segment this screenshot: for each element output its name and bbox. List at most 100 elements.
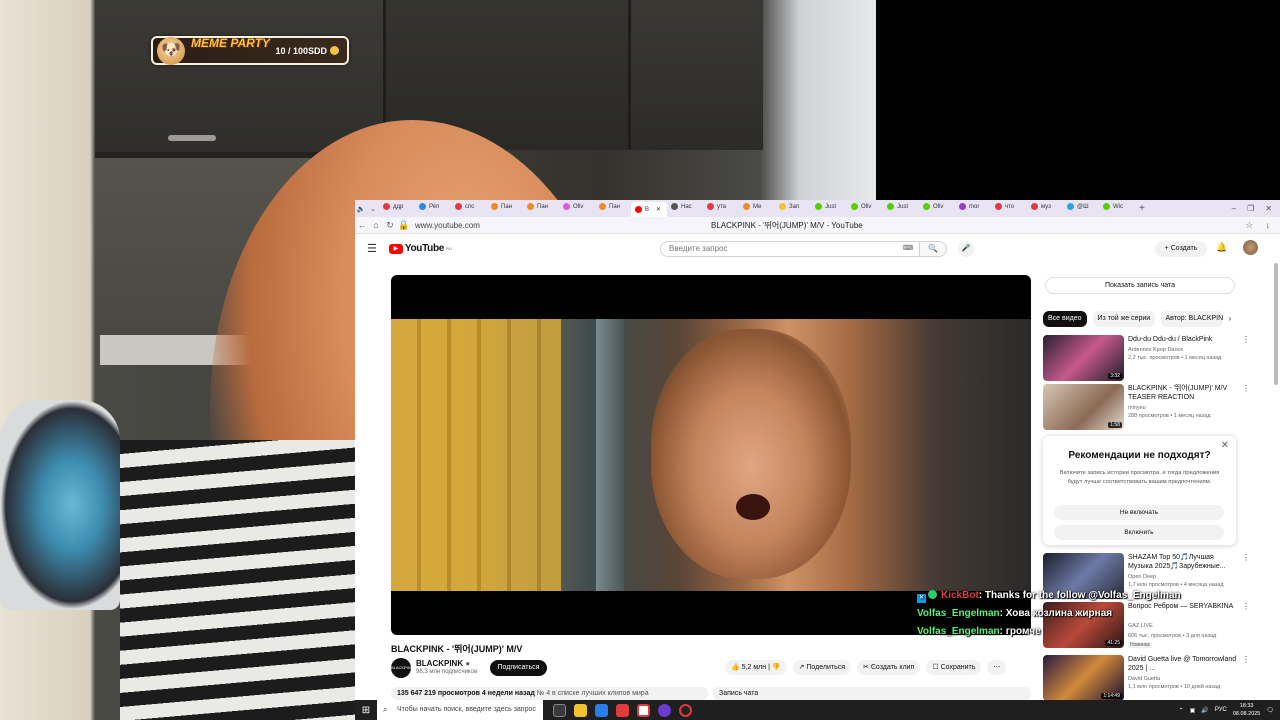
more-icon[interactable]: ⋮ (1242, 384, 1250, 393)
share-button[interactable]: ↗ Поделиться (792, 660, 852, 675)
chat-replay-box[interactable]: Запись чата (713, 687, 1031, 700)
browser-tab[interactable]: Пан (595, 200, 631, 213)
browser-tab[interactable]: mor (955, 200, 991, 213)
clock[interactable]: 18:33 08.08.2025 (1233, 702, 1261, 718)
browser-tab[interactable]: ута (703, 200, 739, 213)
show-chat-replay-button[interactable]: Показать запись чата (1045, 277, 1235, 294)
browser-tab[interactable]: Just (883, 200, 919, 213)
clip-button[interactable]: ✂ Создать клип (857, 660, 921, 675)
browser-tab[interactable]: Oliv (847, 200, 883, 213)
voice-search-icon[interactable]: 🎤 (958, 241, 974, 257)
sound-icon[interactable]: 🔈 (355, 205, 367, 213)
close-window-button[interactable]: ✕ (1265, 204, 1272, 213)
download-icon[interactable]: ↓ (1266, 220, 1271, 231)
browser-tab[interactable]: Зап (775, 200, 811, 213)
youtube-logo[interactable]: ▶ YouTube RU (388, 243, 452, 254)
task-view-icon[interactable] (553, 703, 566, 717)
chip-author[interactable]: Автор: BLACKPINK (1160, 311, 1223, 327)
video-player[interactable] (391, 275, 1031, 635)
more-actions-button[interactable]: ⋯ (987, 660, 1007, 675)
rec-channel[interactable]: Open Deep (1128, 574, 1156, 580)
rec-title[interactable]: SHAZAM Top 50🎵Лучшая Музыка 2025🎵Зарубеж… (1128, 553, 1240, 571)
new-tab-button[interactable]: + (1135, 203, 1149, 214)
subscribe-button[interactable]: Подписаться (490, 660, 547, 676)
file-explorer-icon[interactable] (574, 703, 587, 717)
video-thumbnail[interactable]: 1:58 (1043, 384, 1124, 430)
chevron-right-icon[interactable]: › (1229, 311, 1232, 327)
rec-channel[interactable]: Ardennes Kpop Dance (1128, 347, 1183, 353)
notifications-icon[interactable]: 🗨 (1266, 707, 1274, 714)
reload-icon[interactable]: ↻ (383, 220, 397, 231)
taskbar-search[interactable]: ⌕ Чтобы начать поиск, введите здесь запр… (377, 700, 543, 720)
tab-list-icon[interactable]: ⌄ (367, 205, 379, 213)
minimize-button[interactable]: – (1232, 204, 1236, 213)
notifications-icon[interactable]: 🔔 (1216, 242, 1227, 253)
windows-start-icon[interactable]: ⊞ (355, 705, 377, 716)
recommended-video[interactable]: 1:14:49 David Guetta live @ Tomorrowland… (1043, 655, 1253, 700)
more-icon[interactable]: ⋮ (1242, 602, 1250, 611)
like-button[interactable]: 👍 5,2 млн | 👎 (725, 660, 787, 675)
more-icon[interactable]: ⋮ (1242, 655, 1250, 664)
back-icon[interactable]: ← (355, 220, 369, 230)
chip-all[interactable]: Все видео (1043, 311, 1087, 327)
network-icon[interactable]: ▣ (1190, 707, 1196, 714)
browser-tab[interactable]: Oliv (559, 200, 595, 213)
create-button[interactable]: + Создать (1155, 241, 1207, 257)
dont-enable-button[interactable]: Не включать (1054, 505, 1224, 520)
more-icon[interactable]: ⋮ (1242, 335, 1250, 344)
browser-tab[interactable]: что (991, 200, 1027, 213)
language-indicator[interactable]: РУС (1215, 707, 1227, 713)
restore-button[interactable]: ❐ (1247, 204, 1254, 213)
obs-icon[interactable] (679, 703, 692, 717)
browser-tab[interactable]: ддр (379, 200, 415, 213)
search-button[interactable]: 🔍 (920, 241, 947, 257)
recommended-video[interactable]: 3:32 Ddu-du Ddu-du / BlackPink Ardennes … (1043, 335, 1253, 381)
url-text[interactable]: www.youtube.com (411, 221, 711, 230)
video-thumbnail[interactable]: 3:32 (1043, 335, 1124, 381)
browser-tab[interactable]: Пан (487, 200, 523, 213)
yandex-icon[interactable] (616, 703, 629, 717)
browser-tab[interactable]: @Ш (1063, 200, 1099, 213)
browser-tab[interactable]: Реп (415, 200, 451, 213)
rec-channel[interactable]: minyeu (1128, 405, 1146, 411)
browser-icon[interactable] (637, 703, 650, 717)
browser-tab[interactable]: Oliv (919, 200, 955, 213)
rec-channel[interactable]: David Guetta (1128, 676, 1160, 682)
browser-tab[interactable]: B ✕ (631, 202, 667, 217)
video-thumbnail[interactable]: 1:14:49 (1043, 655, 1124, 700)
browser-tab[interactable]: Ме (739, 200, 775, 213)
save-button[interactable]: ☐ Сохранить (926, 660, 982, 675)
chip-series[interactable]: Из той же серии (1092, 311, 1155, 327)
more-icon[interactable]: ⋮ (1242, 553, 1250, 562)
app-icon[interactable] (595, 703, 608, 717)
hamburger-menu-icon[interactable]: ☰ (367, 242, 377, 255)
bookmark-icon[interactable]: ☆ (1245, 220, 1253, 231)
channel-avatar[interactable]: BLACKPINK (391, 658, 413, 678)
channel-name[interactable]: BLACKPINK ● (416, 659, 470, 668)
enable-button[interactable]: Включить (1054, 525, 1224, 540)
browser-tab[interactable]: Пан (523, 200, 559, 213)
rec-channel[interactable]: GAZ LIVE (1128, 623, 1153, 629)
recommended-video[interactable]: 1:58 BLACKPINK - '뛰어(JUMP)' M/V TEASER R… (1043, 384, 1253, 430)
browser-tab[interactable]: Нас (667, 200, 703, 213)
browser-tab[interactable]: спс (451, 200, 487, 213)
home-icon[interactable]: ⌂ (369, 220, 383, 230)
rec-title[interactable]: Вопрос Ребром — SERYABKINA (1128, 602, 1240, 611)
account-avatar[interactable] (1243, 240, 1258, 255)
keyboard-icon[interactable]: ⌨ (903, 242, 913, 256)
browser-tab[interactable]: Wic (1099, 200, 1135, 213)
page-scrollbar[interactable] (1274, 263, 1278, 385)
rec-title[interactable]: Ddu-du Ddu-du / BlackPink (1128, 335, 1240, 344)
browser-tab[interactable]: Just (811, 200, 847, 213)
app-icon[interactable] (658, 703, 671, 717)
dislike-icon[interactable]: 👎 (772, 664, 781, 671)
close-tab-icon[interactable]: ✕ (656, 206, 661, 213)
chart-rank[interactable]: № 4 в списке лучших клипов мира (537, 690, 649, 697)
browser-tab[interactable]: муз (1027, 200, 1063, 213)
search-input[interactable]: Введите запрос ⌨ (660, 241, 920, 257)
description-box[interactable]: 135 647 219 просмотров 4 недели назад № … (391, 687, 708, 700)
tray-icon[interactable]: ⌃ (1179, 707, 1184, 714)
volume-icon[interactable]: 🔊 (1201, 707, 1208, 714)
rec-title[interactable]: David Guetta live @ Tomorrowland 2025 | … (1128, 655, 1240, 673)
rec-title[interactable]: BLACKPINK - '뛰어(JUMP)' M/V TEASER REACTI… (1128, 384, 1240, 402)
